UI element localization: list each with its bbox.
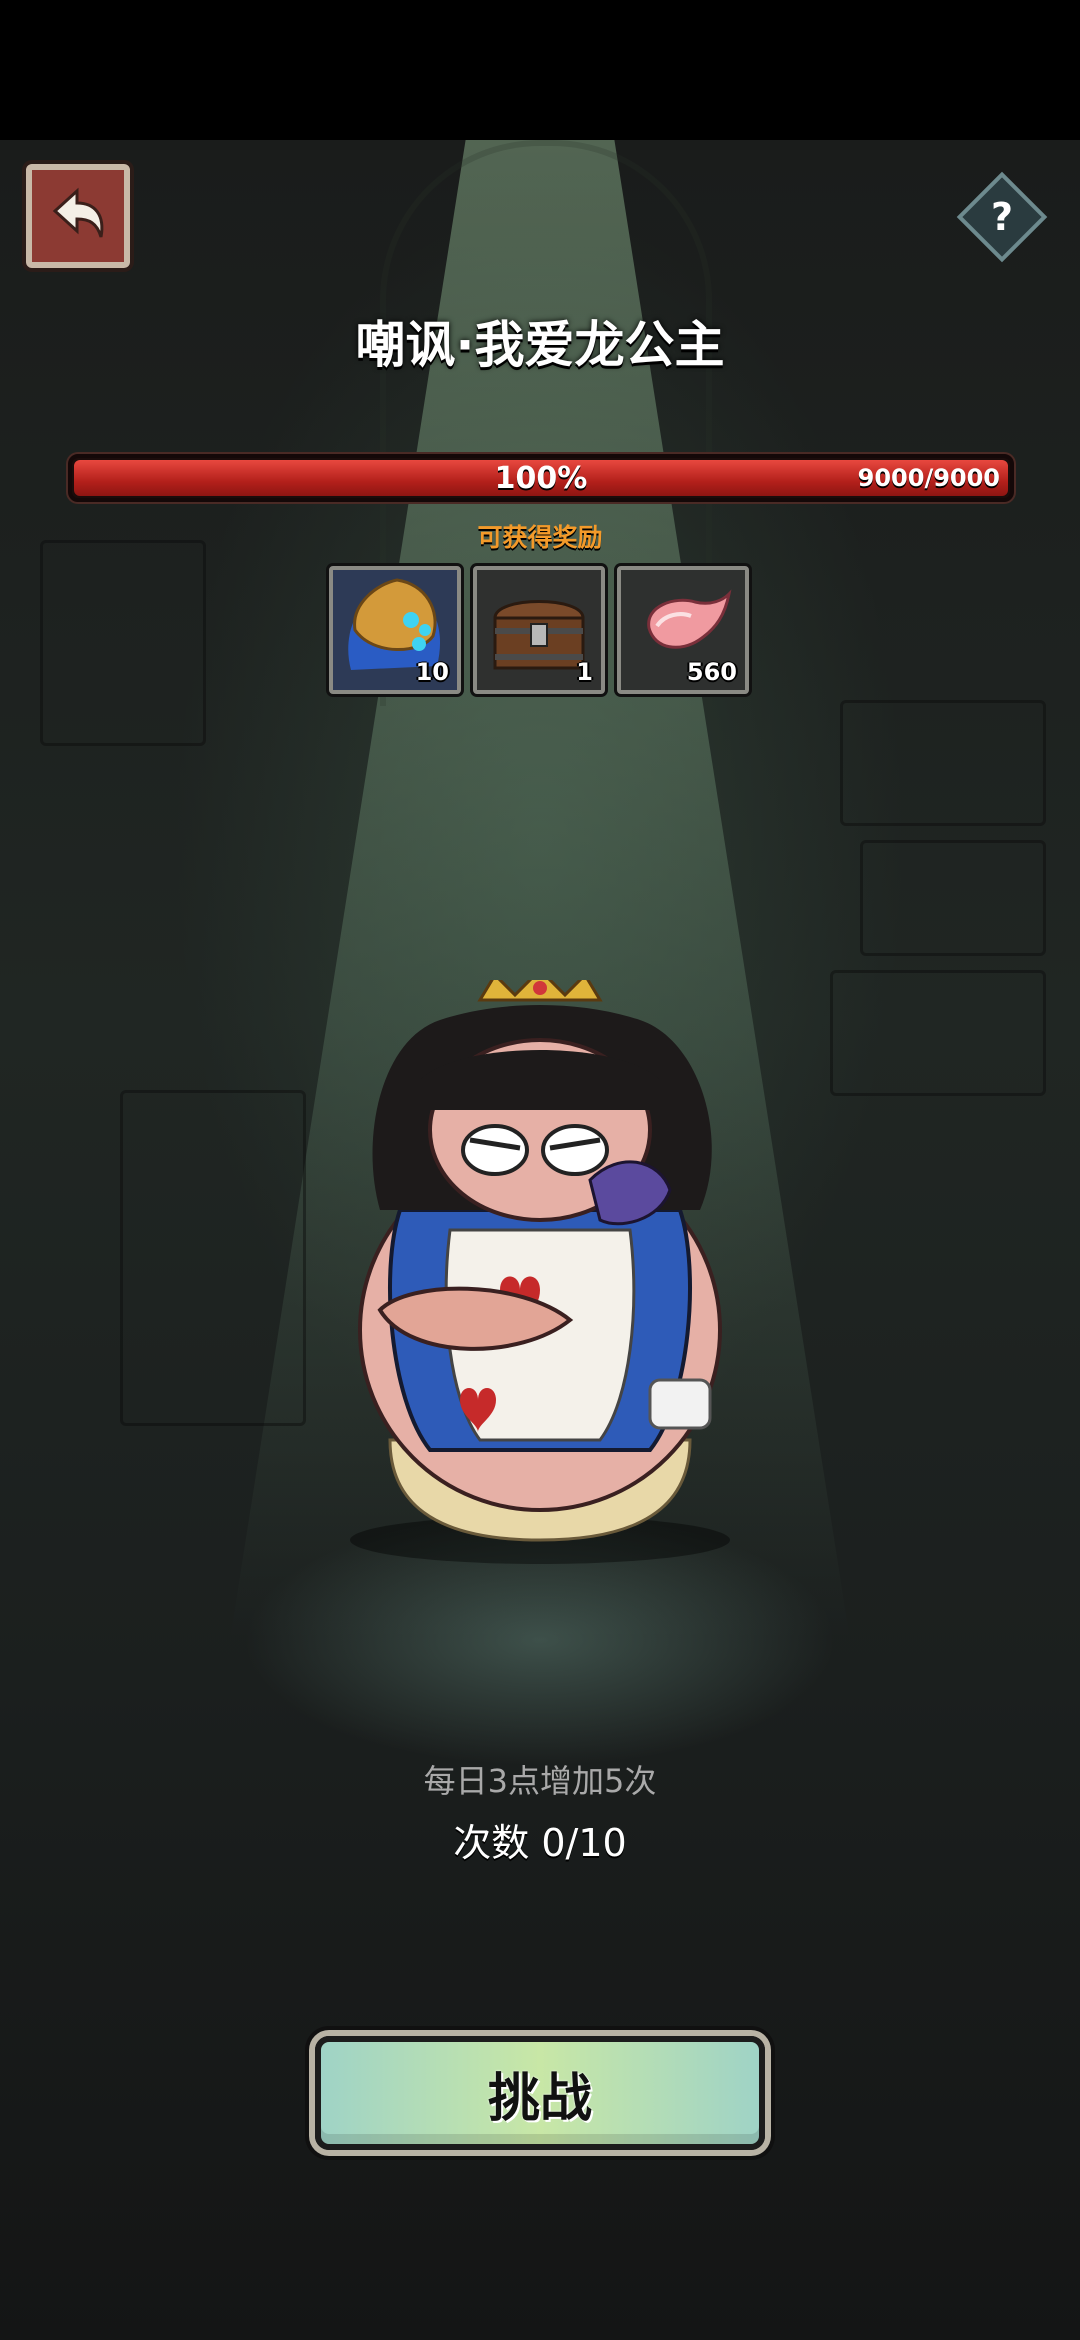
reward-count: 1 — [576, 658, 593, 686]
rewards-label: 可获得奖励 — [477, 523, 603, 552]
broken-pillar — [120, 1090, 306, 1426]
challenge-button[interactable]: 挑战 — [315, 2036, 765, 2150]
wall-brick — [840, 700, 1046, 826]
challenge-button-label: 挑战 — [487, 2068, 592, 2129]
reward-slot[interactable]: 10 — [329, 566, 461, 694]
question-mark-icon: ? — [990, 195, 1014, 239]
daily-refresh-note: 每日3点增加5次 — [423, 1762, 657, 1800]
wall-brick — [40, 540, 206, 746]
wall-brick — [860, 840, 1046, 956]
reward-slot[interactable]: 560 — [617, 566, 749, 694]
boss-hp-bar: 100% 9000/9000 — [68, 454, 1014, 502]
return-arrow-icon — [52, 187, 104, 238]
boss-hp-value: 9000/9000 — [857, 464, 1000, 492]
reward-count: 560 — [686, 658, 737, 686]
attempts-counter: 次数 0/10 — [453, 1821, 627, 1865]
wall-brick — [830, 970, 1046, 1096]
reward-slot[interactable]: 1 — [473, 566, 605, 694]
boss-title: 嘲讽·我爱龙公主 — [355, 316, 725, 374]
princess-boss-character — [350, 980, 730, 1564]
reward-count: 10 — [415, 658, 449, 686]
back-button[interactable] — [26, 164, 130, 268]
